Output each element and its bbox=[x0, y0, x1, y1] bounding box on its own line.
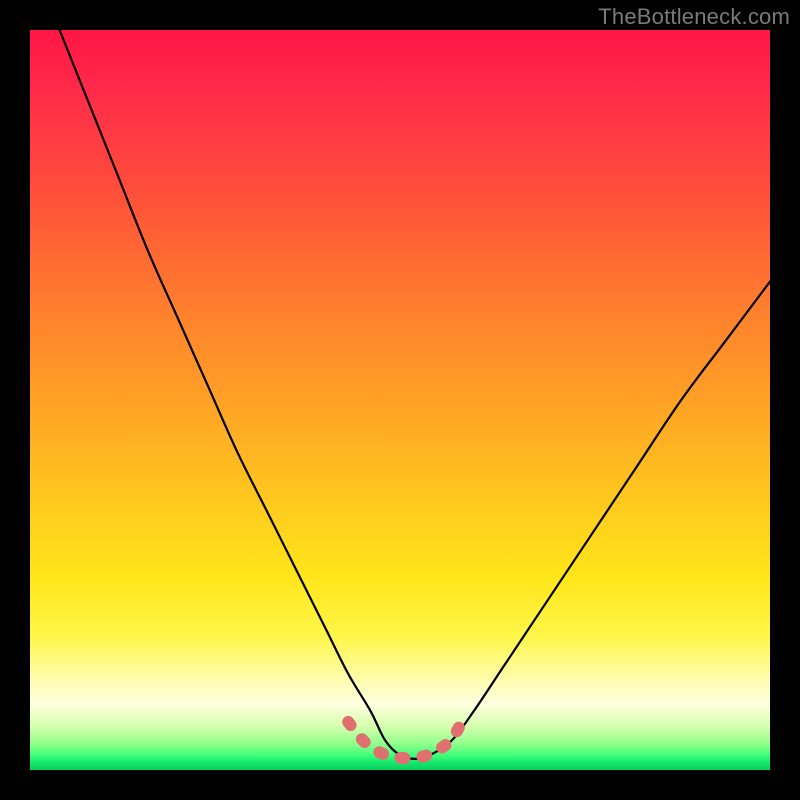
bottleneck-curve bbox=[60, 30, 770, 759]
chart-svg bbox=[30, 30, 770, 770]
watermark-text: TheBottleneck.com bbox=[598, 4, 790, 30]
sweet-spot-marker bbox=[348, 720, 463, 758]
chart-plot-area bbox=[30, 30, 770, 770]
chart-frame: TheBottleneck.com bbox=[0, 0, 800, 800]
